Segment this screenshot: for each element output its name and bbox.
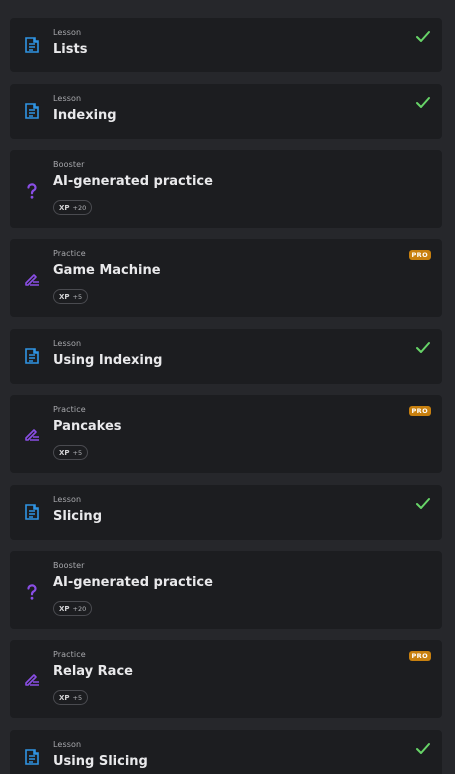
lesson-card-lists[interactable]: Lesson Lists (10, 18, 442, 72)
xp-label: XP (59, 448, 70, 457)
item-title: Indexing (53, 108, 117, 123)
practice-card-pancakes[interactable]: Practice Pancakes PRO XP +5 (10, 395, 442, 473)
lesson-card-using-slicing[interactable]: Lesson Using Slicing (10, 730, 442, 774)
xp-badge: XP +5 (53, 289, 89, 304)
booster-card-ai-practice[interactable]: Booster AI-generated practice XP +20 (10, 150, 442, 228)
xp-badge: XP +20 (53, 601, 93, 616)
xp-value: +5 (72, 292, 83, 301)
lesson-list: Lesson Lists Lesson Indexing Booster AI-… (0, 0, 455, 774)
pro-badge: PRO (408, 406, 431, 416)
item-title: Using Indexing (53, 353, 163, 368)
item-kind: Lesson (53, 94, 82, 103)
item-kind: Booster (53, 160, 85, 169)
item-kind: Practice (53, 405, 86, 414)
item-kind: Lesson (53, 495, 82, 504)
item-title: Relay Race (53, 664, 133, 679)
pro-badge: PRO (408, 250, 431, 260)
item-title: Game Machine (53, 263, 161, 278)
xp-value: +20 (72, 604, 87, 613)
booster-card-ai-practice[interactable]: Booster AI-generated practice XP +20 (10, 551, 442, 629)
xp-badge: XP +20 (53, 200, 93, 215)
xp-label: XP (59, 203, 70, 212)
check-icon (415, 95, 431, 109)
item-kind: Practice (53, 249, 86, 258)
item-kind: Lesson (53, 339, 82, 348)
check-icon (415, 340, 431, 354)
xp-value: +20 (72, 203, 87, 212)
xp-value: +5 (72, 693, 83, 702)
item-title: AI-generated practice (53, 575, 213, 590)
item-kind: Booster (53, 561, 85, 570)
lesson-card-slicing[interactable]: Lesson Slicing (10, 485, 442, 540)
question-mark-icon (22, 582, 42, 602)
document-icon (22, 502, 42, 522)
check-icon (415, 496, 431, 510)
practice-card-relay-race[interactable]: Practice Relay Race PRO XP +5 (10, 640, 442, 718)
lesson-card-indexing[interactable]: Lesson Indexing (10, 84, 442, 139)
document-icon (22, 747, 42, 767)
item-title: Lists (53, 42, 88, 57)
check-icon (415, 741, 431, 755)
xp-badge: XP +5 (53, 690, 89, 705)
pencil-lines-icon (22, 424, 42, 444)
item-kind: Practice (53, 650, 86, 659)
question-mark-icon (22, 181, 42, 201)
pencil-lines-icon (22, 269, 42, 289)
item-kind: Lesson (53, 740, 82, 749)
xp-label: XP (59, 292, 70, 301)
lesson-card-using-indexing[interactable]: Lesson Using Indexing (10, 329, 442, 384)
pencil-lines-icon (22, 669, 42, 689)
item-kind: Lesson (53, 28, 82, 37)
xp-label: XP (59, 604, 70, 613)
document-icon (22, 101, 42, 121)
item-title: Pancakes (53, 419, 122, 434)
item-title: AI-generated practice (53, 174, 213, 189)
item-title: Slicing (53, 509, 102, 524)
pro-badge: PRO (408, 651, 431, 661)
item-title: Using Slicing (53, 754, 148, 769)
check-icon (415, 29, 431, 43)
xp-value: +5 (72, 448, 83, 457)
document-icon (22, 346, 42, 366)
document-icon (22, 35, 42, 55)
xp-badge: XP +5 (53, 445, 89, 460)
xp-label: XP (59, 693, 70, 702)
practice-card-game-machine[interactable]: Practice Game Machine PRO XP +5 (10, 239, 442, 317)
